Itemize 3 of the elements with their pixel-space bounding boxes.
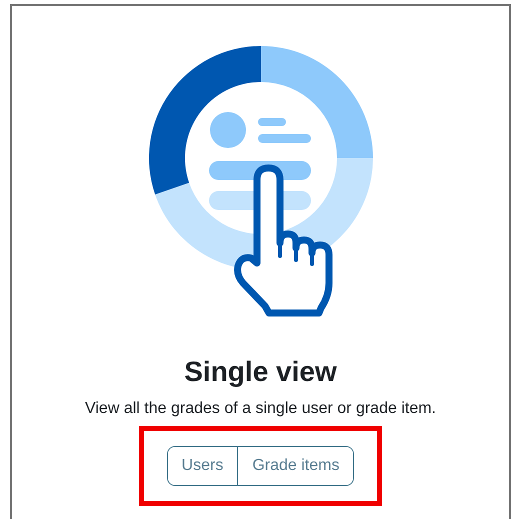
card-title: Single view (184, 355, 337, 389)
view-toggle-button[interactable]: Grade items (237, 447, 354, 485)
card-description: View all the grades of a single user or grade item. (84, 399, 436, 419)
